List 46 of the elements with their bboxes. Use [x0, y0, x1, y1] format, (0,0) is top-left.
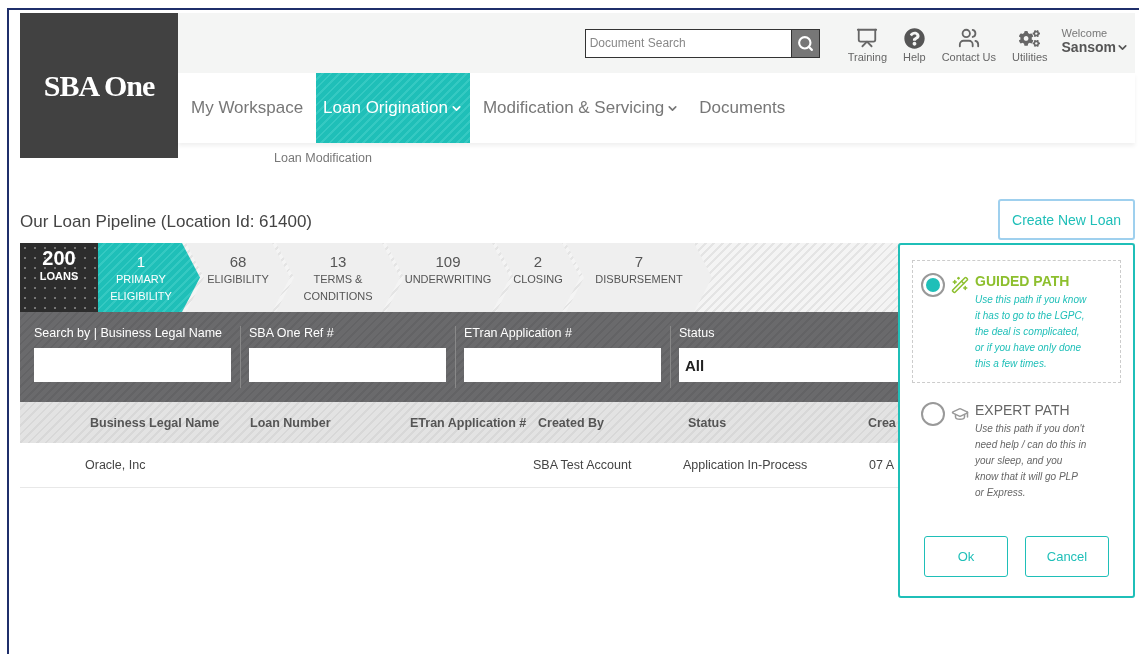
people-icon — [957, 27, 980, 49]
radio-button[interactable] — [921, 402, 945, 426]
radio-button[interactable] — [921, 273, 945, 297]
presentation-icon — [856, 27, 879, 49]
column-header: Loan Number — [250, 415, 331, 430]
magic-wand-icon — [951, 276, 969, 294]
filter-label: ETran Application # — [464, 326, 573, 340]
logo[interactable]: SBA One — [20, 13, 178, 158]
total-count: 200 — [42, 247, 76, 270]
option-title: GUIDED PATH — [975, 273, 1071, 289]
toolbar-button[interactable]: Training — [839, 27, 896, 63]
option-description: Use this path if you don't need help / can do this in your sleep, and you know that it will go PLP or Express. — [975, 422, 1087, 500]
user-menu[interactable]: Sansom — [1061, 39, 1129, 55]
filter-label: Search by | Business Legal Name — [34, 326, 224, 340]
total-label: LOANS — [39, 270, 79, 282]
option-title: EXPERT PATH — [975, 402, 1071, 418]
submenu-link[interactable]: Loan Modification — [274, 151, 372, 165]
welcome-text: Welcome — [1061, 27, 1109, 39]
option-description: Use this path if you know it has to go to the LGPC, the deal is complicated, or if you have only done this a few times. — [975, 293, 1087, 371]
column-header: Business Legal Name — [90, 415, 220, 430]
gears-icon — [1019, 27, 1041, 49]
table-cell: Oracle, Inc — [85, 458, 146, 472]
filter-field[interactable] — [464, 348, 661, 382]
page-title: Our Loan Pipeline (Location Id: 61400) — [20, 212, 313, 232]
nav-tab[interactable]: Modification & Servicing — [475, 73, 687, 143]
toolbar-button[interactable]: Contact Us — [933, 27, 1005, 63]
search-button[interactable] — [790, 28, 820, 58]
filter-field[interactable] — [34, 348, 231, 382]
column-header: Crea — [868, 415, 896, 430]
filter-label: Status — [679, 326, 716, 340]
filter-field[interactable] — [249, 348, 446, 382]
toolbar-button[interactable]: Utilities — [1004, 27, 1056, 63]
toolbar-button[interactable]: Help — [895, 27, 934, 63]
search-icon — [796, 34, 814, 52]
nav-tab[interactable]: Documents — [692, 73, 793, 143]
help-icon — [903, 27, 925, 49]
graduation-cap-icon — [951, 405, 969, 423]
document-search-field[interactable]: Document Search — [584, 28, 791, 58]
filter-label: SBA One Ref # — [249, 326, 335, 340]
table-cell: Application In-Process — [683, 458, 808, 472]
column-header: Created By — [538, 415, 604, 430]
table-cell: 07 A — [869, 458, 895, 472]
column-header: ETran Application # — [410, 415, 527, 430]
table-cell: SBA Test Account — [533, 458, 632, 472]
column-header: Status — [688, 415, 727, 430]
nav-tab[interactable]: My Workspace — [184, 73, 311, 143]
